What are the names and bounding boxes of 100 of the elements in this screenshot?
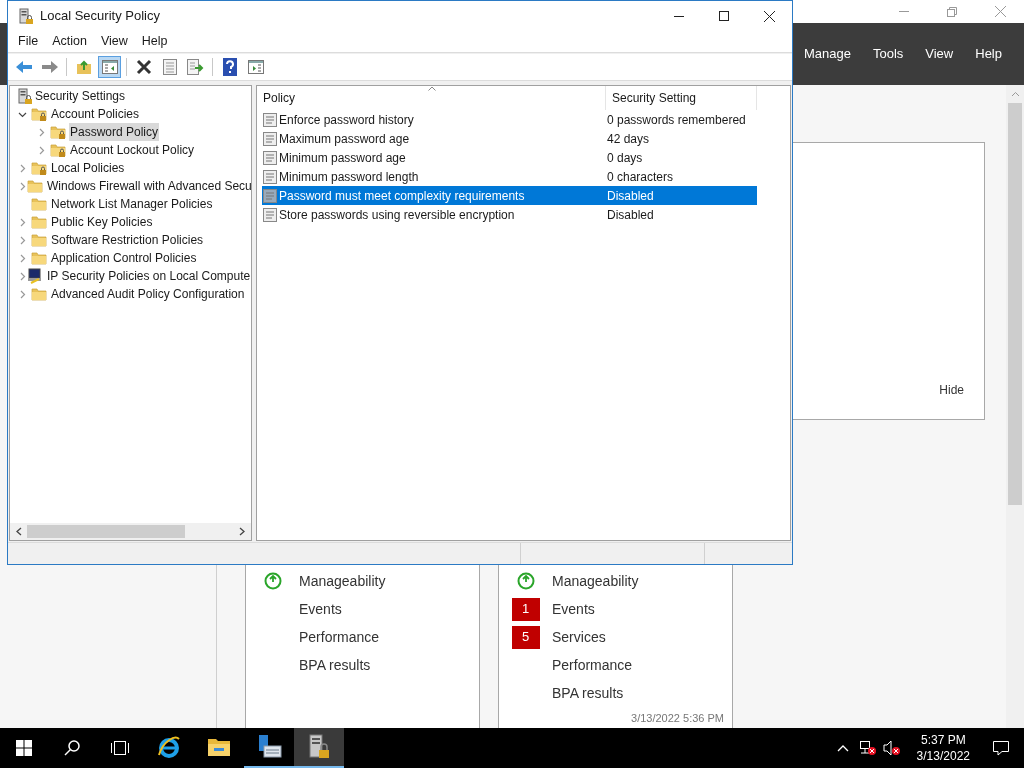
tree-item[interactable]: Network List Manager Policies (50, 195, 214, 213)
server-toolbox-icon (256, 734, 282, 760)
forward-arrow-icon (40, 59, 59, 75)
policy-setting: Disabled (607, 187, 654, 205)
policy-row[interactable]: Password must meet complexity requirements Disabled (262, 186, 757, 205)
policy-row[interactable]: Minimum password age 0 days (262, 148, 757, 167)
folder-icon (27, 178, 43, 194)
tree-item[interactable]: Advanced Audit Policy Configuration (50, 285, 246, 303)
browser-e-icon (157, 735, 181, 759)
tree-item[interactable]: Software Restriction Policies (50, 231, 205, 249)
sort-caret-icon (428, 86, 436, 91)
count-badge: 1 (511, 597, 540, 621)
locked-folder-icon (50, 142, 66, 158)
column-header[interactable]: Security Setting (606, 86, 757, 110)
scroll-up-icon[interactable] (1010, 91, 1020, 97)
tile-link[interactable]: BPA results (299, 654, 371, 676)
tree-item[interactable]: Local Policies (50, 159, 126, 177)
tree-item[interactable]: Account Policies (50, 105, 141, 123)
menu-item[interactable]: File (11, 32, 46, 51)
tile-link[interactable]: Events (552, 598, 595, 620)
timestamp: 3/13/2022 5:36 PM (631, 710, 724, 726)
policy-name: Minimum password age (279, 149, 407, 167)
tile-link[interactable]: Services (552, 626, 606, 648)
policy-setting: 0 days (607, 149, 643, 167)
locked-folder-icon (50, 124, 66, 140)
menu-item[interactable]: Manage (793, 44, 861, 64)
policy-setting: 0 characters (607, 168, 674, 186)
speaker-muted-icon[interactable] (882, 740, 901, 756)
computer-key-icon (27, 268, 43, 284)
tree-item[interactable]: Windows Firewall with Advanced Secu (46, 177, 251, 195)
network-error-icon[interactable] (858, 740, 877, 756)
policy-name: Minimum password length (279, 168, 420, 186)
help-icon (222, 58, 237, 76)
tile-link[interactable]: Performance (552, 654, 633, 676)
tree-item[interactable]: IP Security Policies on Local Compute (46, 267, 251, 285)
security-settings-icon (17, 87, 33, 105)
policy-icon (263, 131, 277, 146)
policy-icon (263, 150, 277, 165)
tree-pane-icon (101, 60, 118, 74)
menu-item[interactable]: Tools (862, 44, 914, 64)
action-pane-icon (247, 60, 264, 74)
tile-link[interactable]: Manageability (552, 570, 639, 592)
column-header[interactable]: Policy (262, 86, 606, 110)
clock-date: 3/13/2022 (916, 748, 970, 764)
up-arrow-circle-icon (516, 572, 535, 590)
policy-icon (263, 207, 277, 222)
security-settings-icon (18, 7, 34, 25)
policy-name: Password must meet complexity requirements (279, 187, 526, 205)
tile-link[interactable]: Events (299, 598, 342, 620)
vertical-scrollbar[interactable] (1006, 85, 1024, 728)
folder-icon (31, 196, 47, 212)
menu-item[interactable]: View (93, 32, 135, 51)
menu-item[interactable]: Action (45, 32, 94, 51)
policy-icon (263, 112, 277, 127)
chevron-up-icon[interactable] (836, 744, 849, 752)
policy-row[interactable]: Maximum password age 42 days (262, 129, 757, 148)
policy-row[interactable]: Minimum password length 0 characters (262, 167, 757, 186)
policy-row[interactable]: Enforce password history 0 passwords remembered (262, 110, 757, 129)
policy-name: Store passwords using reversible encryption (279, 206, 516, 224)
clock-time: 5:37 PM (920, 732, 966, 748)
tree-item[interactable]: Public Key Policies (50, 213, 154, 231)
minimize-icon (673, 15, 684, 17)
tile-link[interactable]: Manageability (299, 570, 386, 592)
search-icon (64, 740, 80, 756)
export-list-icon (187, 59, 204, 75)
folder-icon (31, 214, 47, 230)
policy-setting: 0 passwords remembered (607, 111, 746, 129)
horizontal-scrollbar[interactable] (10, 523, 251, 540)
tree-item[interactable]: Account Lockout Policy (69, 141, 196, 159)
policy-icon (263, 169, 277, 184)
window-title: Local Security Policy (40, 7, 161, 26)
up-arrow-circle-icon (263, 572, 282, 590)
hide-link[interactable]: Hide (939, 381, 964, 399)
locked-folder-icon (31, 160, 47, 176)
delete-icon (135, 59, 152, 75)
policy-setting: 42 days (607, 130, 650, 148)
tile-link[interactable]: BPA results (552, 682, 624, 704)
policy-name: Enforce password history (279, 111, 415, 129)
folder-icon (207, 736, 231, 758)
security-policy-icon (307, 734, 331, 760)
menu-item[interactable]: Help (134, 32, 175, 51)
menu-item[interactable]: View (915, 44, 964, 64)
tree-item[interactable]: Application Control Policies (50, 249, 198, 267)
task-view-icon (110, 740, 130, 756)
minimize-icon (899, 11, 909, 12)
policy-setting: Disabled (607, 206, 654, 224)
restore-icon (947, 6, 957, 17)
tree-item[interactable]: Password Policy (69, 123, 160, 141)
tile-link[interactable]: Performance (299, 626, 380, 648)
folder-icon (31, 286, 47, 302)
locked-folder-icon (31, 106, 47, 122)
tree-item[interactable]: Security Settings (35, 87, 126, 105)
taskbar-app-button[interactable] (294, 728, 344, 768)
properties-icon (162, 59, 177, 75)
menu-item[interactable]: Help (965, 44, 1012, 64)
windows-logo-icon (16, 740, 32, 756)
folder-up-icon (75, 59, 92, 75)
count-badge: 5 (511, 625, 540, 649)
maximize-icon (718, 11, 729, 21)
policy-row[interactable]: Store passwords using reversible encryption Disabled (262, 205, 757, 224)
